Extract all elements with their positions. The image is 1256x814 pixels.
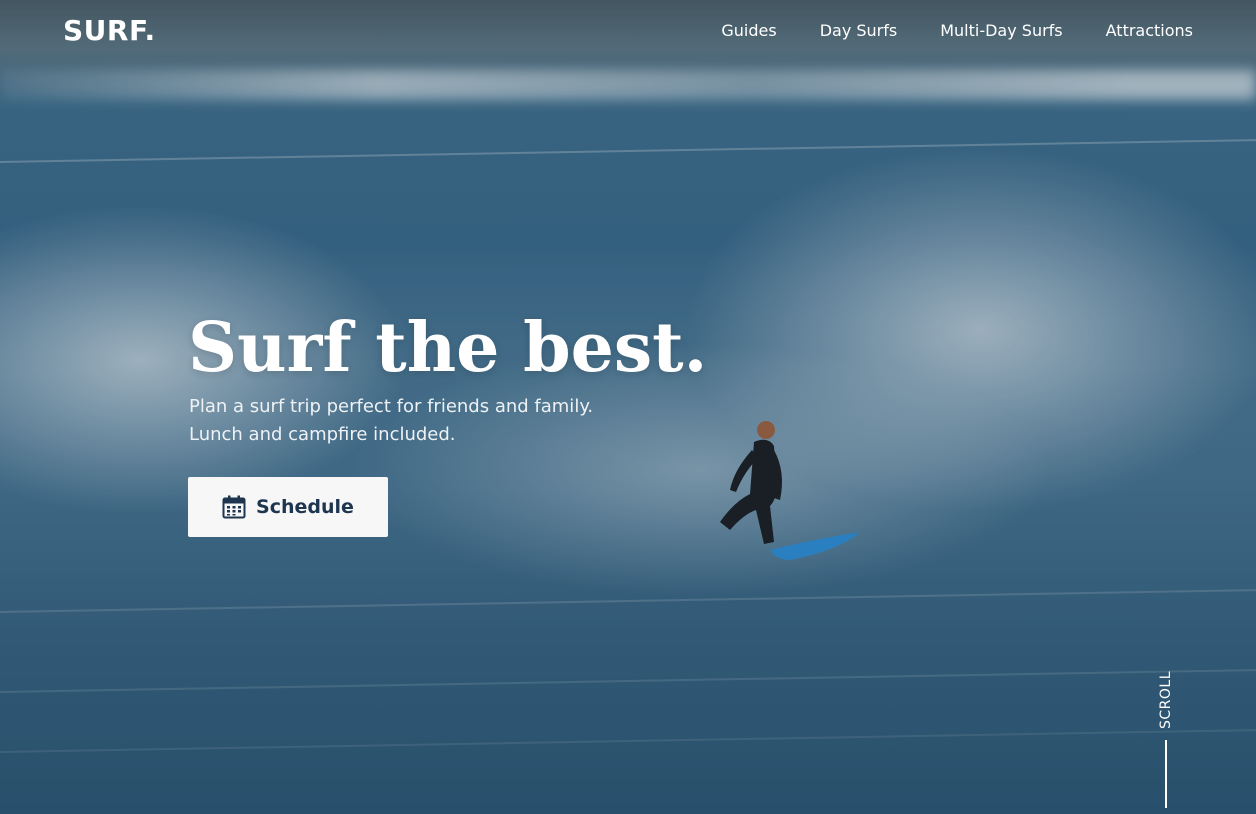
scroll-label: SCROLL: [1158, 670, 1175, 730]
hero-title: Surf the best.: [188, 308, 708, 388]
schedule-button[interactable]: Schedule: [188, 477, 388, 537]
scroll-line: [1165, 740, 1167, 808]
nav-link-attractions[interactable]: Attractions: [1106, 21, 1193, 41]
nav-link-day-surfs[interactable]: Day Surfs: [820, 21, 898, 41]
calendar-icon: [222, 495, 246, 519]
scroll-label-wrap: SCROLL: [1148, 668, 1184, 732]
brand-logo[interactable]: SURF.: [63, 14, 156, 47]
hero-section: SURF. Guides Day Surfs Multi-Day Surfs A…: [0, 0, 1256, 814]
hero-subtitle-line: Plan a surf trip perfect for friends and…: [189, 396, 594, 417]
hero-subtitle: Plan a surf trip perfect for friends and…: [189, 393, 593, 449]
main-nav: Guides Day Surfs Multi-Day Surfs Attract…: [721, 21, 1193, 41]
nav-link-guides[interactable]: Guides: [721, 21, 776, 41]
schedule-button-label: Schedule: [256, 496, 354, 518]
surfer-image: [720, 421, 860, 560]
scroll-indicator[interactable]: SCROLL: [1148, 668, 1184, 810]
hero-subtitle-line: Lunch and campfire included.: [189, 424, 456, 445]
nav-link-multi-day-surfs[interactable]: Multi-Day Surfs: [940, 21, 1062, 41]
